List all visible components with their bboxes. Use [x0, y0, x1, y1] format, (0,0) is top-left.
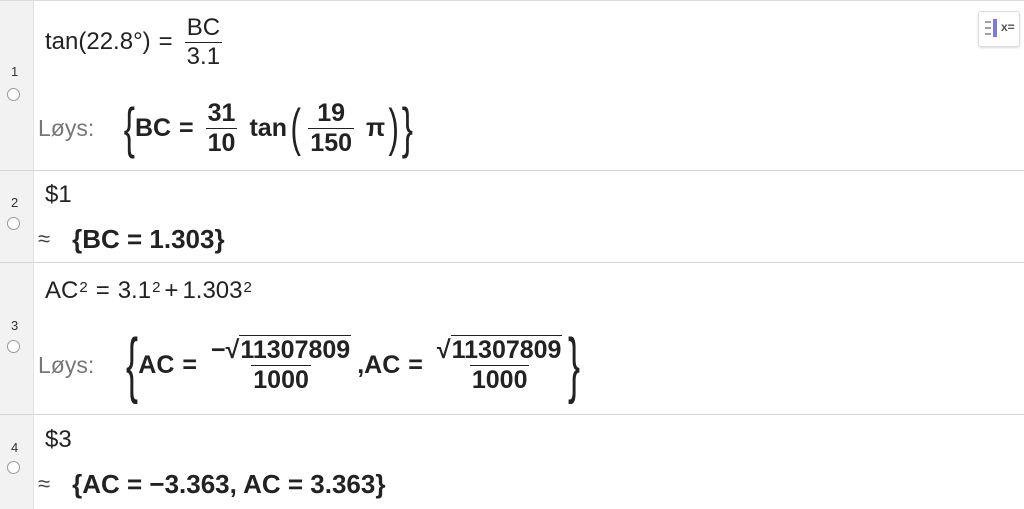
fraction-numerator: − √ 11307809 [209, 335, 353, 365]
row-output: ≈ {BC = 1.303} [38, 221, 225, 257]
output-eq: = [179, 113, 194, 142]
fraction-denominator: 1000 [251, 365, 311, 394]
close-brace: } [568, 325, 581, 405]
solve-label: Løys: [38, 351, 95, 378]
output-var-1: AC [138, 350, 175, 379]
cas-row-3[interactable]: 3 AC 2 = 3.1 2 + 1.303 2 Løys: { AC = − √ 113… [0, 263, 1024, 415]
cas-row-4[interactable]: 4 $3 ≈ {AC = −3.363, AC = 3.363} [0, 415, 1024, 509]
output-fraction-2: √ 11307809 1000 [435, 335, 565, 395]
fraction-numerator: √ 11307809 [435, 335, 565, 365]
row-radio-button[interactable] [7, 461, 20, 474]
row-radio-button[interactable] [7, 340, 20, 353]
input-eq: = [95, 277, 110, 304]
approx-symbol: ≈ [38, 226, 51, 251]
input-term-2: 3.1 [117, 277, 152, 304]
row-output: ≈ {AC = −3.363, AC = 3.363} [38, 465, 385, 503]
output-fraction-2: 19 150 [308, 98, 355, 158]
row-gutter: 2 [0, 171, 34, 262]
input-exponent-2: 2 [152, 278, 161, 296]
output-text: {BC = 1.303} [72, 223, 225, 254]
output-function: tan [249, 113, 287, 142]
cas-row-1[interactable]: 1 tan(22.8°) = BC 3.1 Løys: { BC = 31 10 [0, 1, 1024, 171]
row-output: Løys: { AC = − √ 11307809 1000 , AC = √ 113… [38, 321, 587, 409]
negative-sign: − [211, 336, 226, 364]
row-number: 4 [11, 440, 19, 455]
row-input[interactable]: AC 2 = 3.1 2 + 1.303 2 [45, 271, 252, 311]
cas-row-2[interactable]: 2 $1 ≈ {BC = 1.303} [0, 171, 1024, 263]
input-fraction: BC 3.1 [184, 13, 223, 71]
row-input[interactable]: tan(22.8°) = BC 3.1 [45, 9, 226, 75]
output-var: BC [134, 113, 172, 142]
radicand: 11307809 [450, 335, 563, 364]
open-brace: { [123, 96, 136, 159]
fraction-numerator: BC [186, 13, 221, 41]
row-number: 1 [11, 64, 19, 79]
fraction-denominator: 150 [308, 127, 355, 157]
close-brace: } [402, 96, 414, 159]
solve-label: Løys: [38, 114, 95, 141]
output-fraction-1: − √ 11307809 1000 [209, 335, 353, 395]
input-term-3: 1.303 [182, 277, 243, 304]
row-gutter: 1 [0, 1, 34, 170]
fraction-numerator: 19 [317, 98, 346, 127]
row-radio-button[interactable] [7, 88, 20, 101]
row-number: 2 [11, 195, 19, 210]
input-exponent-3: 2 [243, 278, 252, 296]
toggle-label: x= [1001, 20, 1015, 34]
output-eq-1: = [182, 350, 197, 379]
output-pi: π [366, 113, 386, 142]
output-text: {AC = −3.363, AC = 3.363} [72, 468, 386, 499]
open-brace: { [126, 325, 139, 405]
fraction-numerator: 31 [207, 98, 236, 127]
input-lhs: tan(22.8°) [45, 28, 151, 55]
approx-symbol: ≈ [38, 471, 51, 496]
row-gutter: 3 [0, 263, 34, 414]
fraction-denominator: 3.1 [184, 41, 223, 70]
radicand: 11307809 [239, 335, 352, 364]
input-exponent-1: 2 [79, 278, 88, 296]
input-term-1: AC [45, 277, 79, 304]
cas-view: 1 tan(22.8°) = BC 3.1 Løys: { BC = 31 10 [0, 0, 1024, 509]
fraction-denominator: 1000 [469, 365, 530, 394]
output-comma: , [357, 350, 365, 379]
output-eq-2: = [408, 350, 423, 379]
row-number: 3 [11, 318, 19, 333]
row-gutter: 4 [0, 415, 34, 509]
algebra-toggle-button[interactable]: x= [978, 11, 1020, 47]
output-fraction-1: 31 10 [205, 98, 238, 158]
square-root: √ 11307809 [225, 335, 352, 364]
row-input[interactable]: $1 [45, 179, 72, 211]
fraction-denominator: 10 [205, 127, 238, 157]
open-paren: ( [290, 99, 301, 157]
row-radio-button[interactable] [7, 217, 20, 230]
input-eq: = [158, 28, 173, 55]
close-paren: ) [388, 99, 400, 157]
input-text: $3 [45, 426, 72, 453]
output-var-2: AC [364, 350, 401, 379]
input-plus: + [164, 277, 179, 304]
row-input[interactable]: $3 [45, 423, 72, 457]
input-text: $1 [45, 181, 72, 208]
square-root: √ 11307809 [436, 335, 563, 364]
row-output: Løys: { BC = 31 10 tan ( 19 150 π ) } [38, 91, 417, 165]
